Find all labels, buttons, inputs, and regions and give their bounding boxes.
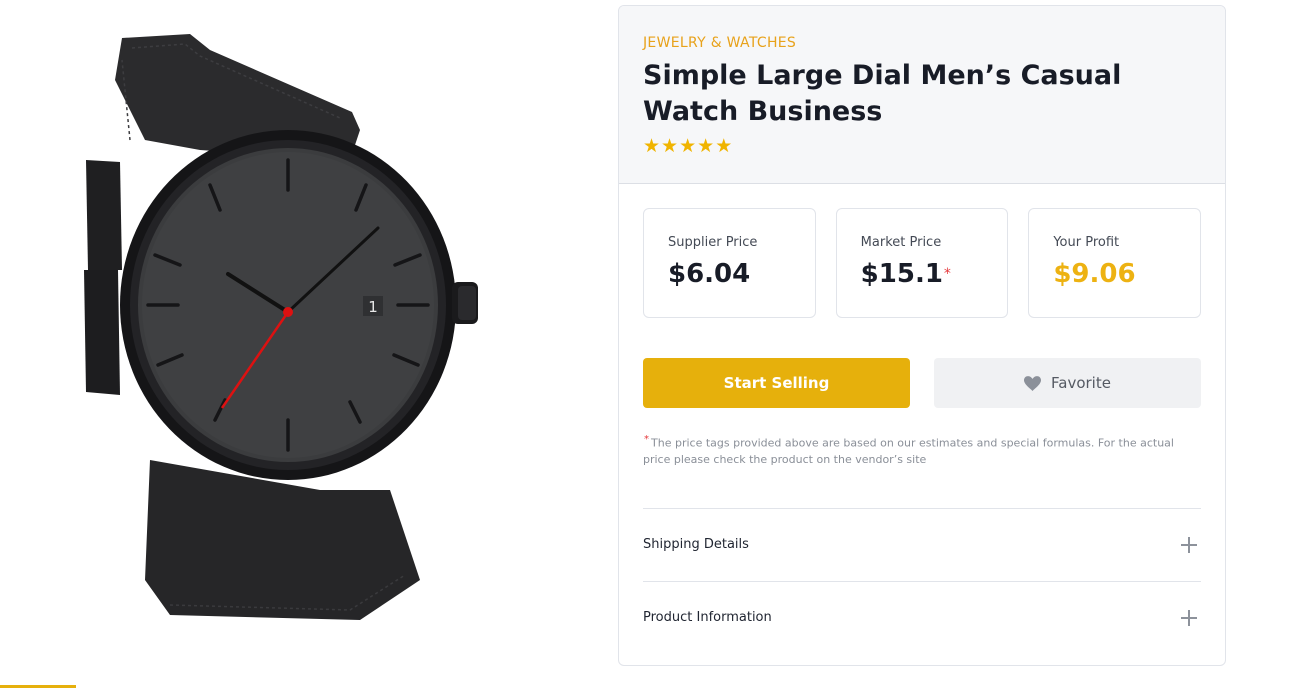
product-header: JEWELRY & WATCHES Simple Large Dial Men’… [619,6,1225,184]
market-price-row: $15.1* [861,258,1008,290]
disclaimer-asterisk: * [644,434,649,445]
disclaimer-text: The price tags provided above are based … [643,436,1174,466]
star-icon: ★ [679,135,697,157]
heart-icon [1024,375,1042,391]
start-selling-label: Start Selling [723,374,830,392]
product-category[interactable]: JEWELRY & WATCHES [643,33,1201,53]
profit-box: Your Profit $9.06 [1028,208,1202,318]
profit-label: Your Profit [1053,235,1120,250]
supplier-price-value: $6.04 [668,259,751,289]
shipping-details-label: Shipping Details [643,537,749,553]
supplier-price-label: Supplier Price [668,235,758,250]
plus-icon[interactable] [1181,536,1197,553]
market-price-value: $15.1 [860,259,943,289]
shipping-details-toggle[interactable]: Shipping Details [643,507,1201,581]
favorite-label: Favorite [1051,374,1111,392]
star-icon: ★ [661,135,679,157]
supplier-price-box: Supplier Price $6.04 [643,208,816,318]
market-price-label: Market Price [860,235,942,250]
details-accordion: Shipping Details Product Information [643,507,1201,654]
watch-illustration: 1 [84,34,478,620]
rating-stars: ★ ★ ★ ★ ★ [643,136,1201,156]
start-selling-button[interactable]: Start Selling [643,358,910,408]
product-detail-card: JEWELRY & WATCHES Simple Large Dial Men’… [618,5,1226,666]
star-icon: ★ [697,135,715,157]
plus-icon[interactable] [1181,609,1197,626]
profit-value: $9.06 [1053,259,1136,289]
product-information-label: Product Information [643,610,772,626]
price-summary: Supplier Price $6.04 Market Price $15.1*… [619,184,1225,318]
product-title: Simple Large Dial Men’s Casual Watch Bus… [643,60,1122,127]
star-icon: ★ [643,135,661,157]
product-information-toggle[interactable]: Product Information [643,580,1201,654]
dial-date: 1 [368,298,378,316]
star-icon: ★ [715,135,733,157]
product-image: 1 [60,20,500,640]
action-buttons: Start Selling Favorite [619,318,1225,408]
asterisk-marker: * [943,266,951,282]
price-disclaimer: * The price tags provided above are based… [619,408,1225,468]
favorite-button[interactable]: Favorite [934,358,1201,408]
market-price-box: Market Price $15.1* [835,208,1009,318]
